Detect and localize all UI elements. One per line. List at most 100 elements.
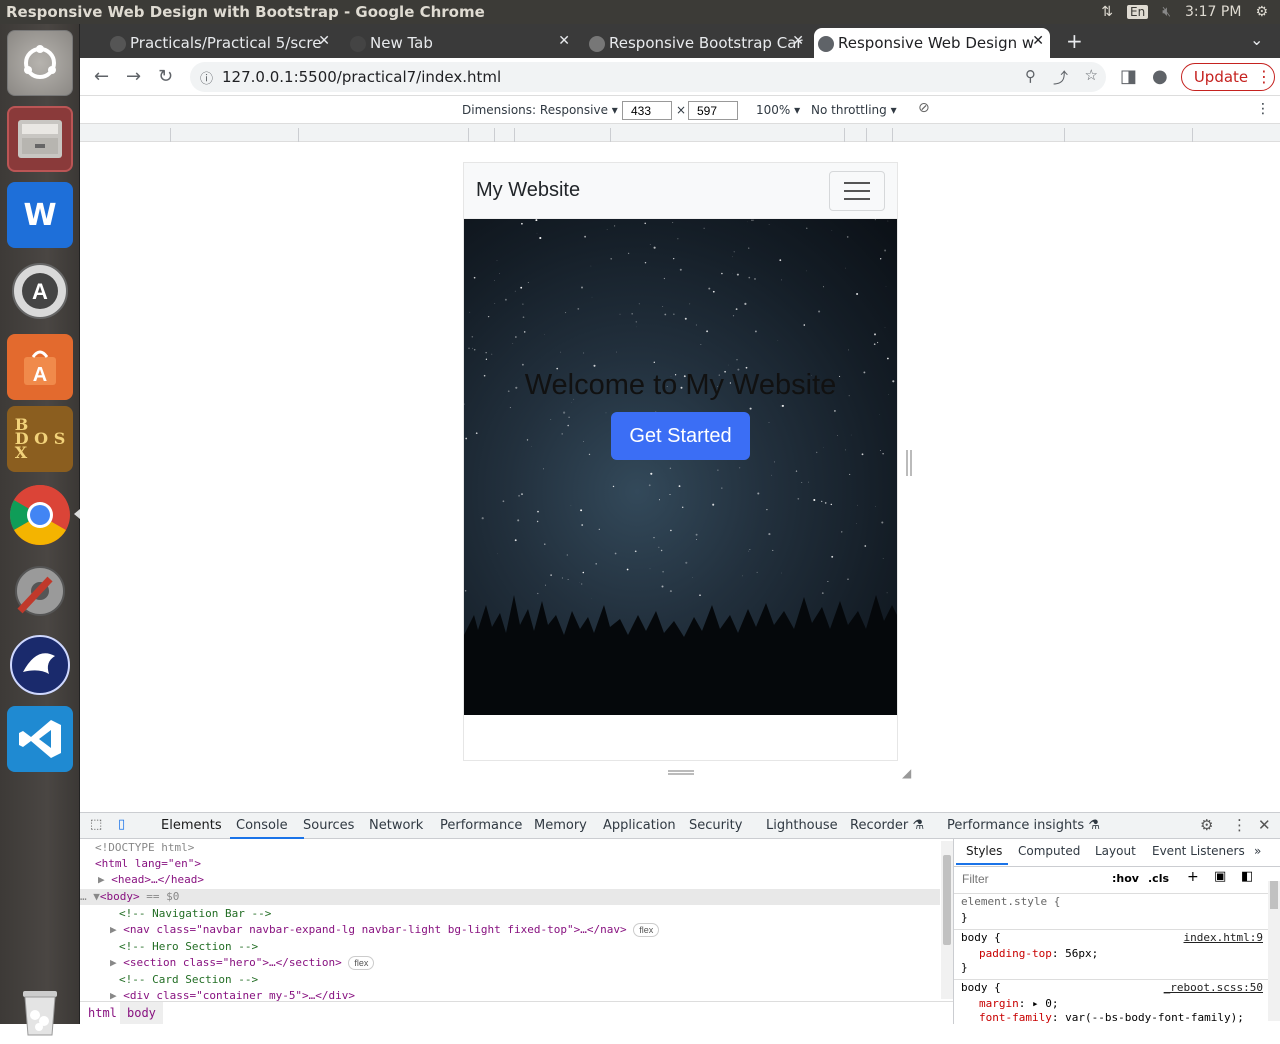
device-resize-corner-icon[interactable]: ◢ (902, 766, 911, 780)
close-tab-icon[interactable]: ✕ (1032, 33, 1044, 49)
device-width-input[interactable] (622, 101, 672, 120)
close-tab-icon[interactable]: ✕ (558, 33, 570, 49)
cls-toggle[interactable]: .cls (1148, 872, 1169, 885)
thunderbird-icon[interactable] (7, 632, 73, 698)
get-started-button[interactable]: Get Started (611, 412, 750, 460)
devtools-tab-security[interactable]: Security (689, 818, 742, 833)
devtools-tab-network[interactable]: Network (369, 818, 423, 833)
keyboard-language-indicator[interactable]: En (1127, 5, 1148, 19)
dosbox-icon[interactable]: BD O SX (7, 406, 73, 472)
dom-section-node[interactable]: ▶ <section class="hero">…</section> flex (110, 955, 374, 971)
zoom-icon[interactable]: ⚲ (1025, 67, 1036, 85)
margin-declaration[interactable]: margin: ▸ 0; (979, 997, 1059, 1010)
software-updater-icon[interactable]: A (7, 258, 73, 324)
padding-top-declaration[interactable]: padding-top: 56px; (979, 947, 1098, 960)
device-resize-handle-bottom[interactable] (668, 770, 694, 775)
reboot-rule-source-link[interactable]: _reboot.scss:50 (1164, 981, 1263, 994)
vscode-icon[interactable] (7, 706, 73, 772)
bookmark-star-icon[interactable]: ☆ (1085, 66, 1098, 84)
paint-brush-icon[interactable]: ▣ (1214, 869, 1226, 884)
dom-comment-nav[interactable]: <!-- Navigation Bar --> (119, 906, 271, 922)
site-info-icon[interactable]: ⓘ (200, 68, 213, 87)
close-tab-icon[interactable]: ✕ (792, 33, 804, 49)
menu-kebab-icon[interactable]: ⋮ (1256, 67, 1272, 86)
hov-toggle[interactable]: :hov (1112, 872, 1139, 885)
devtools-tab-lighthouse[interactable]: Lighthouse (766, 818, 838, 833)
breadcrumb-body[interactable]: body (120, 1002, 163, 1024)
ubuntu-dash-icon[interactable] (7, 30, 73, 96)
wps-writer-icon[interactable]: W (7, 182, 73, 248)
tab-bootstrap-card[interactable]: Responsive Bootstrap Car✕ (585, 28, 810, 58)
new-style-rule-icon[interactable]: + (1187, 869, 1199, 885)
dom-nav-node[interactable]: ▶ <nav class="navbar navbar-expand-lg na… (110, 922, 659, 938)
close-devtools-icon[interactable]: ✕ (1258, 816, 1271, 834)
devtools-tab-elements[interactable]: Elements (161, 818, 222, 833)
back-icon[interactable]: ← (94, 66, 109, 87)
system-settings-icon[interactable] (7, 558, 73, 624)
tab-github[interactable]: Practicals/Practical 5/scre✕ (106, 28, 336, 58)
more-tabs-icon[interactable]: » (1254, 844, 1261, 858)
devtools-tab-recorder[interactable]: Recorder ⚗ (850, 818, 924, 833)
power-icon[interactable]: ⚙ (1255, 4, 1268, 20)
dom-comment-card[interactable]: <!-- Card Section --> (119, 972, 258, 988)
devtools-menu-icon[interactable]: ⋮ (1232, 816, 1247, 834)
new-tab-button[interactable]: + (1066, 29, 1083, 53)
body-rule-selector[interactable]: body { (961, 931, 1001, 944)
dom-html-node[interactable]: <html lang="en"> (95, 856, 201, 872)
tab-responsive-web-design[interactable]: Responsive Web Design w✕ (814, 28, 1050, 58)
elements-scrollbar[interactable] (941, 841, 953, 999)
tab-search-icon[interactable]: ⌄ (1250, 30, 1263, 49)
forward-icon[interactable]: → (126, 66, 141, 87)
dom-div-node[interactable]: ▶ <div class="container my-5">…</div> (110, 988, 355, 1001)
settings-gear-icon[interactable]: ⚙ (1200, 816, 1213, 834)
close-tab-icon[interactable]: ✕ (318, 33, 330, 49)
throttling-select[interactable]: No throttling ▾ (811, 103, 897, 117)
toggle-sidebar-icon[interactable]: ◧ (1241, 869, 1253, 884)
zoom-select[interactable]: 100% ▾ (756, 103, 800, 117)
devtools-tab-sources[interactable]: Sources (303, 818, 354, 833)
styles-tab-computed[interactable]: Computed (1018, 844, 1080, 858)
styles-tab-styles[interactable]: Styles (966, 844, 1002, 858)
devtools-tab-console[interactable]: Console (236, 818, 288, 833)
dom-doctype[interactable]: <!DOCTYPE html> (95, 840, 194, 856)
device-toolbar-menu-icon[interactable]: ⋮ (1256, 101, 1270, 117)
body-rule-source-link[interactable]: index.html:9 (1184, 931, 1263, 944)
devtools-tab-application[interactable]: Application (603, 818, 676, 833)
flex-badge[interactable]: flex (633, 923, 659, 937)
navbar-brand[interactable]: My Website (476, 179, 580, 202)
reboot-body-rule-selector[interactable]: body { (961, 981, 1001, 994)
font-family-declaration[interactable]: font-family: var(--bs-body-font-family); (979, 1011, 1244, 1024)
element-style-selector[interactable]: element.style { (961, 895, 1060, 908)
dimensions-select[interactable]: Dimensions: Responsive ▾ (462, 103, 618, 117)
clock[interactable]: 3:17 PM (1185, 4, 1241, 20)
styles-filter-input[interactable] (958, 869, 1100, 889)
tab-new-tab[interactable]: New Tab✕ (346, 28, 576, 58)
device-height-input[interactable] (688, 101, 738, 120)
volume-muted-icon[interactable]: 🔇︎ (1162, 4, 1171, 20)
reload-icon[interactable]: ↻ (158, 66, 173, 87)
inspect-element-icon[interactable]: ⬚ (90, 817, 102, 832)
styles-tab-event-listeners[interactable]: Event Listeners (1152, 844, 1245, 858)
dom-body-node-selected[interactable]: … ▼<body> == $0 (80, 889, 940, 905)
devtools-tab-performance-insights[interactable]: Performance insights ⚗ (947, 818, 1100, 833)
dom-head-node[interactable]: ▶ <head>…</head> (98, 872, 204, 888)
share-icon[interactable]: ⤴ (1053, 67, 1068, 88)
styles-scrollbar[interactable] (1268, 881, 1280, 1021)
rotate-icon[interactable]: ⊘ (918, 100, 930, 116)
ubuntu-software-icon[interactable]: A (7, 334, 73, 400)
breadcrumb-html[interactable]: html (88, 1006, 117, 1020)
navbar-toggler-button[interactable] (829, 171, 885, 211)
device-toggle-icon[interactable]: ▯ (118, 817, 125, 832)
dom-comment-hero[interactable]: <!-- Hero Section --> (119, 939, 258, 955)
profile-avatar-icon[interactable]: ● (1152, 66, 1168, 87)
device-resize-handle-right[interactable] (906, 450, 912, 476)
devtools-tab-memory[interactable]: Memory (534, 818, 587, 833)
trash-icon[interactable] (7, 978, 73, 1044)
files-icon[interactable] (7, 106, 73, 172)
address-bar[interactable]: ⓘ 127.0.0.1:5500/practical7/index.html ⚲… (190, 62, 1106, 92)
flex-badge[interactable]: flex (348, 956, 374, 970)
chrome-icon[interactable] (7, 482, 73, 548)
devtools-tab-performance[interactable]: Performance (440, 818, 522, 833)
side-panel-icon[interactable]: ◨ (1120, 66, 1137, 87)
styles-tab-layout[interactable]: Layout (1095, 844, 1136, 858)
